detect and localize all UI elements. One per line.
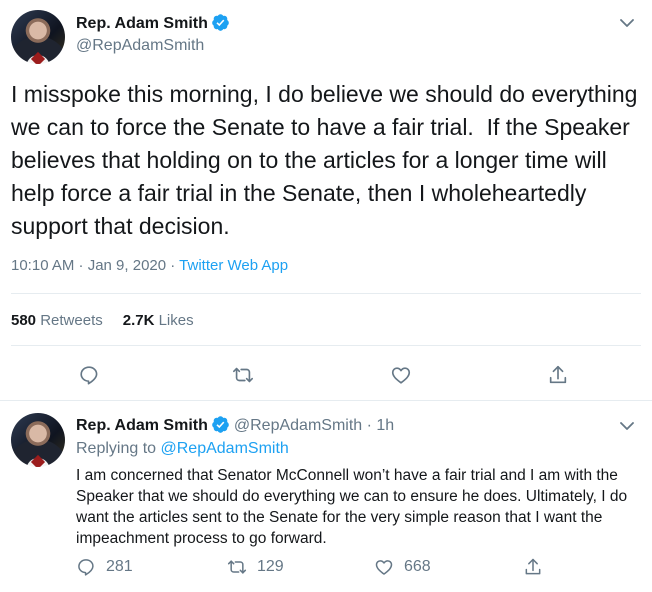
avatar[interactable]: [11, 10, 65, 64]
reply-icon[interactable]: [78, 364, 100, 386]
author-handle[interactable]: @RepAdamSmith: [76, 37, 204, 55]
reply-like-action[interactable]: 668: [374, 557, 431, 577]
retweet-icon[interactable]: [232, 364, 254, 386]
reply-icon: [78, 559, 94, 576]
thread-divider: [0, 400, 652, 401]
reply-handle-time[interactable]: @RepAdamSmith · 1h: [234, 417, 394, 434]
source-app-link[interactable]: Twitter Web App: [179, 257, 288, 274]
replying-to-mention[interactable]: @RepAdamSmith: [161, 440, 289, 457]
reply-header: Rep. Adam Smith @RepAdamSmith · 1h: [76, 415, 394, 435]
divider: [11, 345, 641, 346]
like-icon: [375, 560, 393, 575]
likes-count: 2.7K: [122, 312, 155, 329]
divider: [11, 293, 641, 294]
reply-author-name[interactable]: Rep. Adam Smith: [76, 417, 208, 434]
replying-to: Replying to @RepAdamSmith: [76, 440, 289, 458]
verified-badge-icon: [212, 416, 229, 433]
timestamp-text[interactable]: 10:10 AM · Jan 9, 2020 ·: [11, 257, 179, 274]
verified-badge-icon: [212, 14, 229, 31]
retweets-stat[interactable]: 580 Retweets: [11, 312, 103, 329]
engagement-stats: 580 Retweets 2.7K Likes: [11, 312, 194, 329]
share-icon: [525, 558, 541, 575]
like-count: 668: [404, 558, 431, 575]
reply-retweet-action[interactable]: 129: [227, 557, 284, 577]
reply-share-action[interactable]: [523, 557, 553, 577]
like-icon[interactable]: [390, 364, 412, 386]
replying-prefix: Replying to: [76, 440, 161, 457]
retweets-count: 580: [11, 312, 37, 329]
share-icon[interactable]: [547, 364, 569, 386]
reply-reply-action[interactable]: 281: [76, 557, 133, 577]
likes-stat[interactable]: 2.7K Likes: [123, 312, 194, 329]
retweet-count: 129: [257, 558, 284, 575]
retweet-icon: [227, 560, 247, 574]
reply-text: I am concerned that Senator McConnell wo…: [76, 467, 628, 547]
chevron-down-icon[interactable]: [620, 18, 634, 28]
author-name[interactable]: Rep. Adam Smith: [76, 13, 230, 33]
tweet-timestamp: 10:10 AM · Jan 9, 2020 · Twitter Web App: [11, 257, 288, 274]
chevron-down-icon[interactable]: [620, 421, 634, 431]
likes-label: Likes: [158, 312, 194, 329]
retweets-label: Retweets: [40, 312, 103, 329]
tweet-text: I misspoke this morning, I do believe we…: [11, 81, 644, 239]
reply-count: 281: [106, 558, 133, 575]
reply-avatar[interactable]: [11, 413, 65, 467]
main-tweet: Rep. Adam Smith @RepAdamSmith I misspoke…: [0, 0, 652, 400]
